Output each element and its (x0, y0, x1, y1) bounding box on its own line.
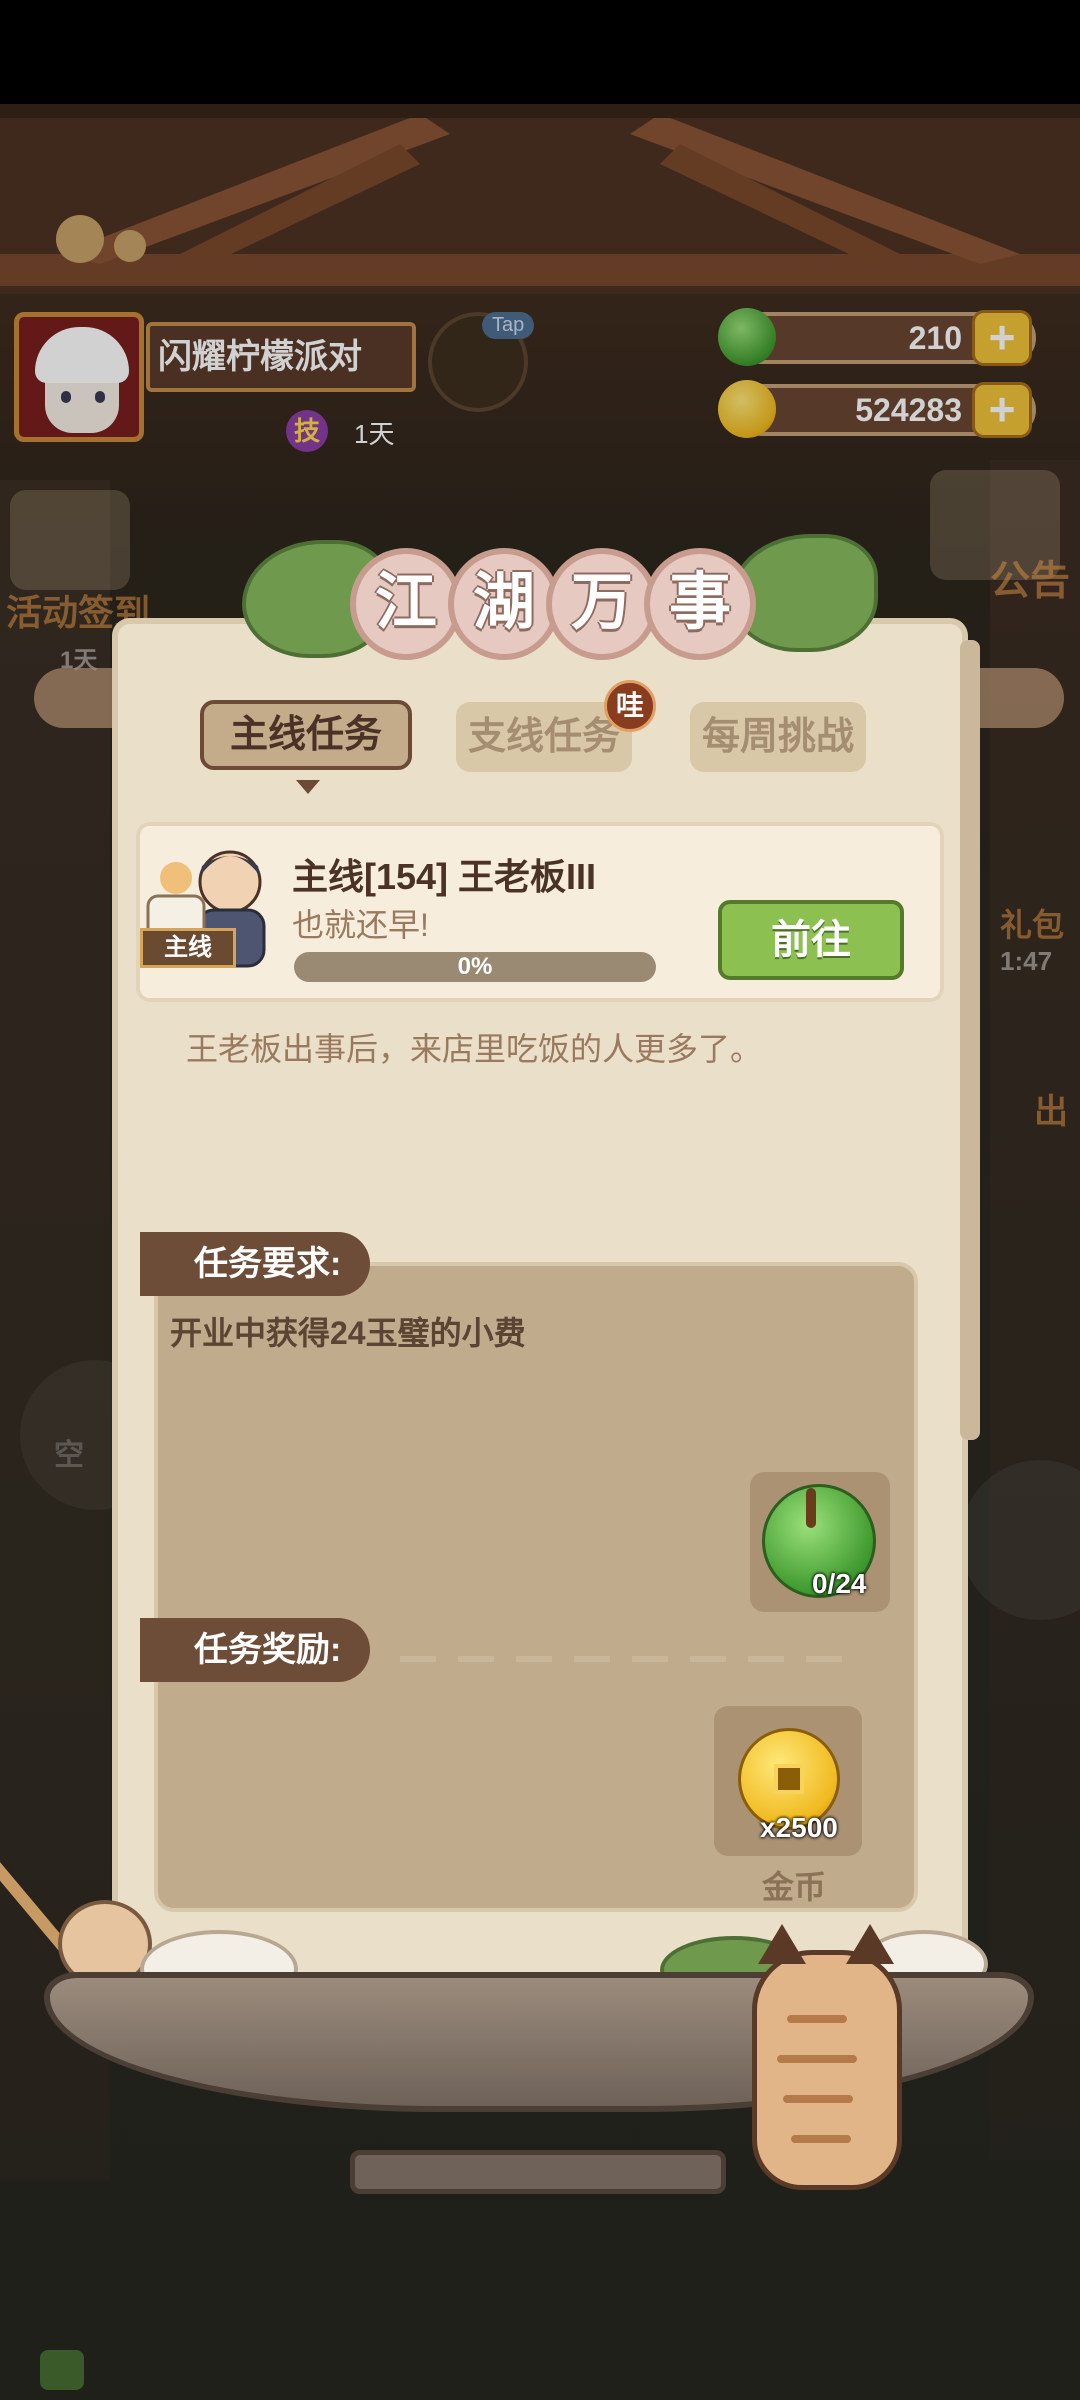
bowl-stand-decor (350, 2150, 726, 2194)
cat-decor (752, 1950, 902, 2190)
title-char: 江 (350, 548, 462, 660)
cat-stripe (787, 2015, 847, 2023)
reward-item-count: x2500 (760, 1812, 838, 1843)
cat-stripe (791, 2135, 851, 2143)
title-char: 万 (546, 548, 658, 660)
rewards-header: 任务奖励: (140, 1618, 370, 1682)
quest-type-tag: 主线 (140, 928, 236, 968)
rewards-divider (400, 1656, 850, 1662)
tab-pointer (296, 780, 320, 794)
requirement-text: 开业中获得24玉璧的小费 (170, 1315, 526, 1351)
cat-stripe (783, 2095, 853, 2103)
panel-edge (960, 640, 980, 1440)
quest-progress-text: 0% (457, 953, 493, 980)
tab-weekly-challenge[interactable]: 每周挑战 (690, 702, 866, 772)
cat-ear (846, 1924, 894, 1964)
requirements-header: 任务要求: (140, 1232, 370, 1296)
reward-item-name: 金币 (761, 1869, 826, 1905)
status-bar (0, 0, 1080, 104)
quest-subtitle: 也就还早! (292, 907, 429, 943)
corner-chip (40, 2350, 84, 2390)
quest-progress-bar: 0% (294, 952, 656, 982)
go-button[interactable]: 前往 (718, 900, 904, 980)
quest-description: 王老板出事后，来店里吃饭的人更多了。 (186, 1031, 763, 1067)
quest-title: 主线[154] 王老板III (292, 856, 597, 897)
title-char: 湖 (448, 548, 560, 660)
tab-main-quests[interactable]: 主线任务 (200, 700, 412, 770)
jade-cord (806, 1488, 816, 1528)
dialog-title: 江 湖 万 事 (242, 534, 878, 670)
title-char: 事 (644, 548, 756, 660)
side-quest-badge: 哇 (604, 680, 656, 732)
cat-stripe (777, 2055, 857, 2063)
requirement-item-count: 0/24 (812, 1568, 867, 1599)
coin-hole (774, 1764, 804, 1794)
cat-ear (758, 1924, 806, 1964)
game-screen: 活动签到 1天 公告 礼包 1:47 出 空 闪耀柠檬派对 技 1天 Tap 2… (0, 0, 1080, 2400)
